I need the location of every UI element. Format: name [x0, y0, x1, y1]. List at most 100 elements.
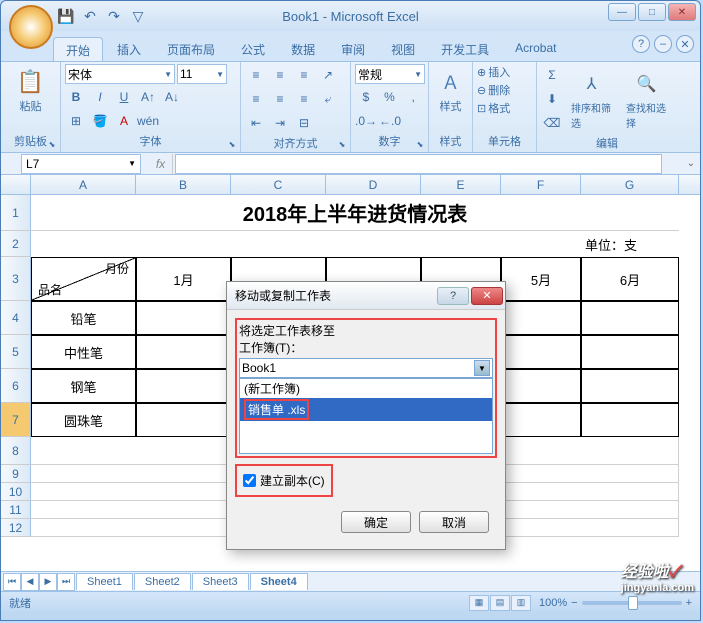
cell-A4[interactable]: 铅笔 — [31, 301, 136, 335]
col-A[interactable]: A — [31, 175, 136, 194]
page-layout-button[interactable]: ▤ — [490, 595, 510, 611]
align-top-button[interactable]: ≡ — [245, 64, 267, 86]
workbook-combo[interactable]: Book1 ▼ — [239, 358, 493, 378]
rowhdr-3[interactable]: 3 — [1, 257, 31, 301]
cell-G3[interactable]: 6月 — [581, 257, 679, 301]
autosum-button[interactable]: Σ — [541, 64, 563, 86]
number-format-combo[interactable]: 常规▼ — [355, 64, 425, 84]
ok-button[interactable]: 确定 — [341, 511, 411, 533]
zoom-thumb[interactable] — [628, 596, 638, 610]
rowhdr-10[interactable]: 10 — [1, 483, 31, 501]
cell-G5[interactable] — [581, 335, 679, 369]
find-select-button[interactable]: 🔍 查找和选择 — [620, 66, 673, 132]
zoom-slider[interactable] — [582, 601, 682, 605]
underline-button[interactable]: U — [113, 86, 135, 108]
cell-header-diag[interactable]: 月份 品名 — [31, 257, 136, 301]
clipboard-launcher-icon[interactable]: ⬊ — [46, 138, 58, 150]
tab-review[interactable]: 审阅 — [329, 37, 377, 61]
font-name-combo[interactable]: 宋体▼ — [65, 64, 175, 84]
italic-button[interactable]: I — [89, 86, 111, 108]
cell-F5[interactable] — [501, 335, 581, 369]
rowhdr-2[interactable]: 2 — [1, 231, 31, 257]
font-color-button[interactable]: A — [113, 110, 135, 132]
increase-decimal-button[interactable]: .0→ — [355, 110, 377, 132]
list-item-new[interactable]: (新工作簿) — [240, 379, 492, 398]
cell-F6[interactable] — [501, 369, 581, 403]
grow-font-button[interactable]: A↑ — [137, 86, 159, 108]
maximize-button[interactable]: □ — [638, 3, 666, 21]
align-right-button[interactable]: ≡ — [293, 88, 315, 110]
cell-B5[interactable] — [136, 335, 231, 369]
cell-A6[interactable]: 钢笔 — [31, 369, 136, 403]
zoom-in-button[interactable]: + — [686, 597, 692, 609]
tab-pagelayout[interactable]: 页面布局 — [155, 37, 227, 61]
cell-B6[interactable] — [136, 369, 231, 403]
cell-F7[interactable] — [501, 403, 581, 437]
cell-title[interactable]: 2018年上半年进货情况表 — [31, 195, 679, 231]
rowhdr-11[interactable]: 11 — [1, 501, 31, 519]
close-button[interactable]: ✕ — [668, 3, 696, 21]
tab-home[interactable]: 开始 — [53, 37, 103, 61]
indent-right-button[interactable]: ⇥ — [269, 112, 291, 134]
col-B[interactable]: B — [136, 175, 231, 194]
tab-data[interactable]: 数据 — [279, 37, 327, 61]
cancel-button[interactable]: 取消 — [419, 511, 489, 533]
tab-developer[interactable]: 开发工具 — [429, 37, 501, 61]
wrap-text-button[interactable]: ⤶ — [317, 88, 339, 110]
border-button[interactable]: ⊞ — [65, 110, 87, 132]
redo-icon[interactable]: ↷ — [103, 5, 125, 27]
cell-B3[interactable]: 1月 — [136, 257, 231, 301]
col-G[interactable]: G — [581, 175, 679, 194]
minimize-ribbon-icon[interactable]: – — [654, 35, 672, 53]
tab-insert[interactable]: 插入 — [105, 37, 153, 61]
tab-formulas[interactable]: 公式 — [229, 37, 277, 61]
col-E[interactable]: E — [421, 175, 501, 194]
rowhdr-12[interactable]: 12 — [1, 519, 31, 537]
rowhdr-8[interactable]: 8 — [1, 437, 31, 465]
cell-A5[interactable]: 中性笔 — [31, 335, 136, 369]
paste-button[interactable]: 📋 粘贴 — [5, 64, 56, 116]
next-sheet-button[interactable]: ▶ — [39, 573, 57, 591]
col-D[interactable]: D — [326, 175, 421, 194]
dialog-help-button[interactable]: ? — [437, 287, 469, 305]
name-box[interactable]: L7 ▼ — [21, 154, 141, 174]
font-size-combo[interactable]: 11▼ — [177, 64, 227, 84]
styles-button[interactable]: Ａ 样式 — [433, 64, 468, 116]
minimize-button[interactable]: — — [608, 3, 636, 21]
qat-more-icon[interactable]: ▽ — [127, 5, 149, 27]
col-C[interactable]: C — [231, 175, 326, 194]
clear-button[interactable]: ⌫ — [541, 112, 563, 134]
currency-button[interactable]: $ — [355, 86, 377, 108]
expand-formula-icon[interactable]: ⌄ — [682, 158, 700, 169]
phonetic-button[interactable]: wén — [137, 110, 159, 132]
create-copy-checkbox[interactable] — [243, 474, 256, 487]
fill-button[interactable]: ⬇ — [541, 88, 563, 110]
cell-B7[interactable] — [136, 403, 231, 437]
list-item-selected[interactable]: 销售单 .xls — [240, 398, 492, 421]
rowhdr-4[interactable]: 4 — [1, 301, 31, 335]
rowhdr-5[interactable]: 5 — [1, 335, 31, 369]
format-cells-button[interactable]: ⊡ 格式 — [477, 100, 532, 116]
close-workbook-icon[interactable]: ✕ — [676, 35, 694, 53]
rowhdr-9[interactable]: 9 — [1, 465, 31, 483]
orientation-button[interactable]: ↗ — [317, 64, 339, 86]
comma-button[interactable]: , — [402, 86, 424, 108]
font-launcher-icon[interactable]: ⬊ — [226, 138, 238, 150]
merge-button[interactable]: ⊟ — [293, 112, 315, 134]
sheet-tab-4[interactable]: Sheet4 — [250, 573, 308, 590]
office-button[interactable] — [9, 5, 53, 49]
decrease-decimal-button[interactable]: ←.0 — [379, 110, 401, 132]
insert-cells-button[interactable]: ⊕ 插入 — [477, 64, 532, 80]
dialog-close-button[interactable]: ✕ — [471, 287, 503, 305]
sheet-tab-1[interactable]: Sheet1 — [76, 573, 133, 590]
zoom-value[interactable]: 100% — [539, 597, 567, 609]
fill-color-button[interactable]: 🪣 — [89, 110, 111, 132]
align-middle-button[interactable]: ≡ — [269, 64, 291, 86]
cell-A7[interactable]: 圆珠笔 — [31, 403, 136, 437]
cell-G7[interactable] — [581, 403, 679, 437]
delete-cells-button[interactable]: ⊖ 删除 — [477, 82, 532, 98]
cell-F4[interactable] — [501, 301, 581, 335]
shrink-font-button[interactable]: A↓ — [161, 86, 183, 108]
first-sheet-button[interactable]: ⏮ — [3, 573, 21, 591]
cell-G6[interactable] — [581, 369, 679, 403]
